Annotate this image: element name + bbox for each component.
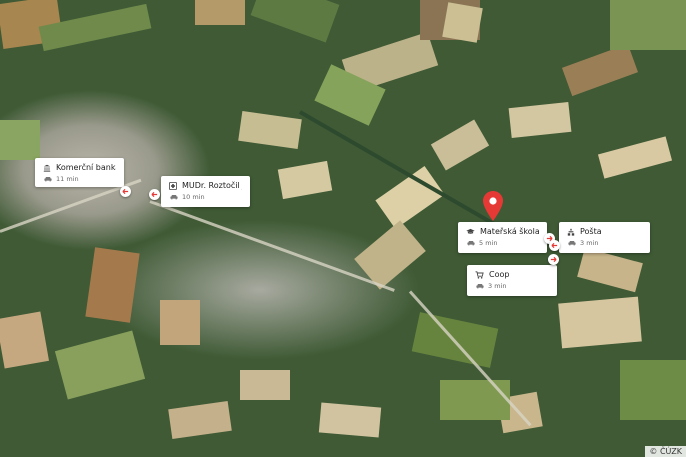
car-icon [170, 195, 178, 200]
car-icon [44, 177, 52, 182]
field [54, 330, 146, 400]
field [0, 311, 49, 369]
poi-card-coop[interactable]: Coop 3 min [467, 265, 557, 296]
field [610, 0, 686, 50]
location-pin[interactable] [483, 191, 503, 225]
turn-arrow-icon [151, 191, 158, 198]
field [318, 402, 382, 438]
school-icon [466, 228, 475, 234]
poi-name: Komerční banka [56, 163, 116, 172]
field [277, 160, 333, 200]
car-icon [568, 241, 576, 246]
shopping-cart-icon [475, 270, 484, 279]
route-connector [548, 254, 559, 265]
poi-travel-time: 3 min [488, 282, 507, 290]
field [250, 0, 340, 43]
map-attribution[interactable]: © ČÚZK [645, 446, 686, 457]
turn-arrow-icon [550, 256, 557, 263]
field [85, 247, 140, 323]
poi-card-mudr-roztocil[interactable]: MUDr. Roztočil Ja... 10 min [161, 176, 250, 207]
poi-card-posta[interactable]: Pošta 3 min [559, 222, 650, 253]
satellite-map[interactable]: Komerční banka 11 min MUDr. Roztočil Ja.… [0, 0, 686, 457]
field [0, 120, 40, 160]
poi-travel-time: 5 min [479, 239, 498, 247]
poi-name: MUDr. Roztočil Ja... [182, 181, 242, 190]
map-pin-icon [483, 191, 503, 221]
field [160, 300, 200, 345]
field [508, 101, 572, 139]
medical-icon [169, 181, 177, 190]
route-connector [120, 186, 131, 197]
field [240, 370, 290, 400]
route-connector [549, 240, 560, 251]
car-icon [476, 284, 484, 289]
field [238, 110, 302, 150]
field [597, 136, 673, 179]
poi-travel-time: 11 min [56, 175, 79, 183]
route-connector [149, 189, 160, 200]
field [440, 380, 510, 420]
bank-icon [43, 164, 51, 172]
car-icon [467, 241, 475, 246]
field [620, 360, 686, 420]
poi-card-materska-skola[interactable]: Mateřská škola Z... 5 min [458, 222, 547, 253]
field [195, 0, 245, 25]
poi-name: Pošta [580, 227, 602, 236]
post-office-icon [567, 227, 575, 236]
field [577, 247, 643, 293]
field [561, 43, 639, 97]
field [442, 2, 483, 43]
field [168, 400, 232, 440]
turn-arrow-icon [122, 188, 129, 195]
poi-name: Mateřská škola Z... [480, 227, 539, 236]
field [558, 296, 642, 349]
poi-travel-time: 10 min [182, 193, 205, 201]
turn-arrow-icon [551, 242, 558, 249]
poi-travel-time: 3 min [580, 239, 599, 247]
road [149, 200, 395, 292]
poi-name: Coop [489, 270, 510, 279]
poi-card-komercni-banka[interactable]: Komerční banka 11 min [35, 158, 124, 187]
field [430, 119, 490, 171]
